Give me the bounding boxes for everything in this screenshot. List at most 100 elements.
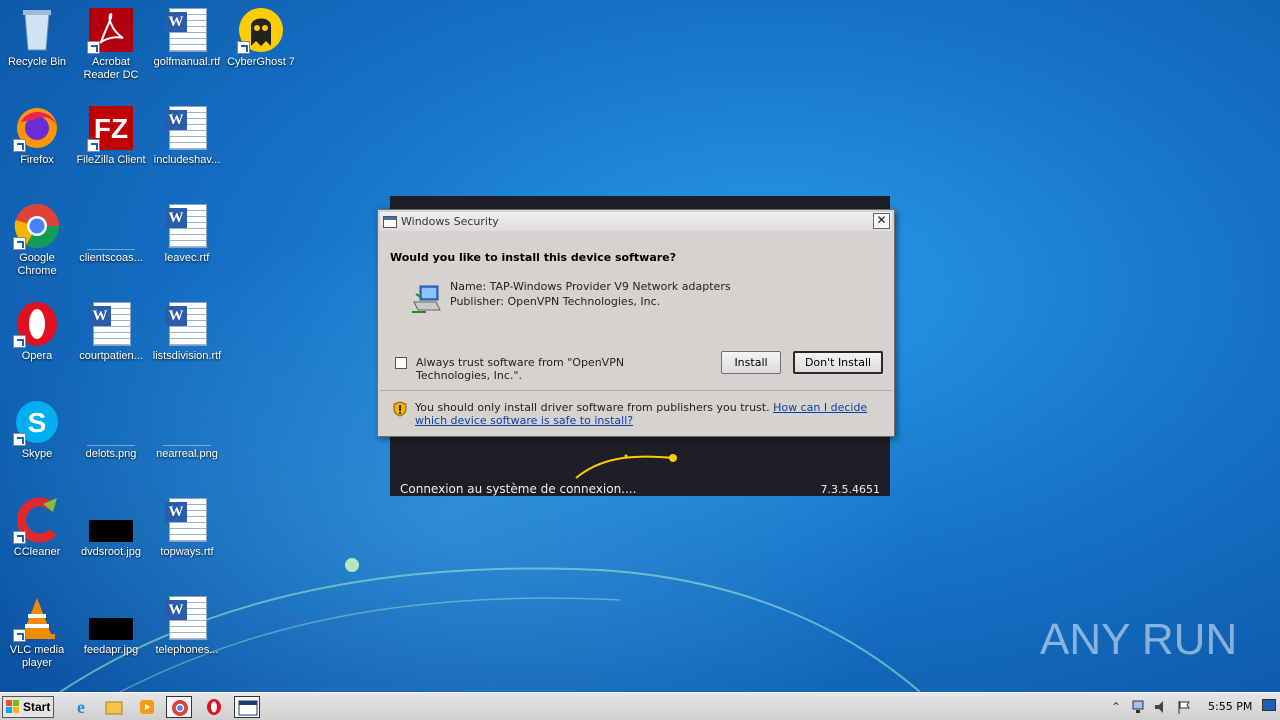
desktop-icon-topways[interactable]: W topways.rtf [150,490,224,580]
taskbar-security-dialog[interactable] [234,696,260,718]
desktop-icon-label: Recycle Bin [7,56,67,68]
ccleaner-icon [13,496,61,544]
close-button[interactable]: ✕ [873,213,890,229]
chrome-icon [13,202,61,250]
shortcut-arrow-icon [13,237,26,250]
desktop-icon-nearreal[interactable]: nearreal.png [150,392,224,482]
desktop-icon-label: Google Chrome [17,252,57,277]
desktop-icon-label: feedapr.jpg [83,644,139,656]
desktop-icon-chrome[interactable]: Google Chrome [0,196,74,286]
desktop-icon-firefox[interactable]: Firefox [0,98,74,188]
windows-flag-icon [6,700,19,713]
desktop-icon-label: FileZilla Client [76,154,146,166]
desktop-icon-golfmanual[interactable]: W golfmanual.rtf [150,0,224,90]
desktop-icon-listsdivision[interactable]: W listsdivision.rtf [150,294,224,384]
chrome-icon [172,700,188,716]
vpn-status-text: Connexion au système de connexion.... [400,482,637,496]
shortcut-arrow-icon [87,139,100,152]
explorer-folder-icon [105,701,123,715]
desktop-icon-feedapr[interactable]: feedapr.jpg [74,588,148,678]
image-file-icon [87,496,135,544]
desktop-icon-label: Firefox [20,154,54,166]
shortcut-arrow-icon [13,629,26,642]
desktop-icon-clientscoas[interactable]: clientscoas... [74,196,148,286]
word-document-icon: W [163,496,211,544]
desktop-icon-skype[interactable]: S Skype [0,392,74,482]
dont-install-button[interactable]: Don't Install [793,351,883,374]
taskbar-media-player[interactable] [134,696,160,718]
show-hidden-icons-icon[interactable]: ⌃ [1108,699,1124,715]
desktop-icon-vlc[interactable]: VLC media player [0,588,74,678]
desktop-icon-opera[interactable]: Opera [0,294,74,384]
image-file-icon [87,594,135,642]
shortcut-arrow-icon [13,433,26,446]
always-trust-checkbox[interactable] [395,357,407,369]
desktop-icon-label: dvdsroot.jpg [81,546,141,558]
taskbar-chrome[interactable] [166,696,192,718]
word-document-icon: W [163,202,211,250]
desktop-icon-acrobat[interactable]: Acrobat Reader DC [74,0,148,90]
desktop-icon-label: Opera [21,350,53,362]
desktop-icon-label: leavec.rtf [164,252,210,264]
taskbar: Start e ⌃ 5:55 PM [0,692,1280,720]
start-button[interactable]: Start [2,696,54,718]
blank-file-icon [87,202,135,250]
install-button[interactable]: Install [721,351,781,374]
desktop-icon-ccleaner[interactable]: CCleaner [0,490,74,580]
desktop-icon-dvdsroot[interactable]: dvdsroot.jpg [74,490,148,580]
firefox-icon [13,104,61,152]
desktop-icon-filezilla[interactable]: FZ FileZilla Client [74,98,148,188]
opera-icon [207,699,221,715]
media-player-icon [140,700,154,714]
windows-security-dialog[interactable]: Windows Security ✕ Would you like to ins… [377,209,895,437]
vlc-icon [13,594,61,642]
desktop-icon-label: Acrobat Reader DC [83,56,139,81]
desktop-icon-leavec[interactable]: W leavec.rtf [150,196,224,286]
taskbar-opera[interactable] [201,696,227,718]
image-file-icon [87,398,135,446]
dialog-titlebar[interactable]: Windows Security ✕ [380,212,892,231]
acrobat-icon [87,6,135,54]
desktop-icon-label: CCleaner [13,546,61,558]
watermark-text: ANY RUN [1040,615,1238,664]
action-center-flag-icon[interactable] [1176,699,1192,715]
cyberghost-icon [237,6,285,54]
desktop-icon-label: clientscoas... [79,252,143,264]
desktop-icon-cyberghost[interactable]: CyberGhost 7 [224,0,298,90]
desktop-icon-courtpatien[interactable]: W courtpatien... [74,294,148,384]
shortcut-arrow-icon [237,41,250,54]
desktop-icon-delots[interactable]: delots.png [74,392,148,482]
desktop-icon-label: listsdivision.rtf [152,350,222,362]
always-trust-label[interactable]: Always trust software from "OpenVPN Tech… [416,356,696,382]
show-desktop-button[interactable] [1262,699,1276,711]
skype-icon: S [13,398,61,446]
word-document-icon: W [163,594,211,642]
filezilla-icon: FZ [87,104,135,152]
desktop-icon-label: golfmanual.rtf [153,56,221,68]
taskbar-explorer[interactable] [101,696,127,718]
svg-text:e: e [77,697,85,717]
security-dialog-icon [238,700,258,716]
desktop-icon-label: includeshav... [153,154,221,166]
desktop-icon-telephones[interactable]: W telephones... [150,588,224,678]
image-file-icon [163,398,211,446]
opera-icon [13,300,61,348]
network-icon[interactable] [1130,699,1146,715]
shortcut-arrow-icon [13,531,26,544]
desktop-icon-includeshav[interactable]: W includeshav... [150,98,224,188]
taskbar-clock[interactable]: 5:55 PM [1208,700,1252,713]
dialog-divider [380,390,892,391]
volume-icon[interactable] [1153,699,1169,715]
anyrun-watermark: ANY RUN [1040,612,1240,668]
warning-message: You should only install driver software … [415,401,885,427]
taskbar-internet-explorer[interactable]: e [68,696,94,718]
word-document-icon: W [163,6,211,54]
desktop-icon-recycle-bin[interactable]: Recycle Bin [0,0,74,90]
dialog-title: Windows Security [401,215,499,228]
recycle-bin-icon [13,6,61,54]
install-question: Would you like to install this device so… [390,251,677,264]
word-document-icon: W [163,300,211,348]
desktop-icon-label: CyberGhost 7 [227,56,295,68]
start-label: Start [23,700,51,714]
desktop-icon-label: delots.png [85,448,137,460]
